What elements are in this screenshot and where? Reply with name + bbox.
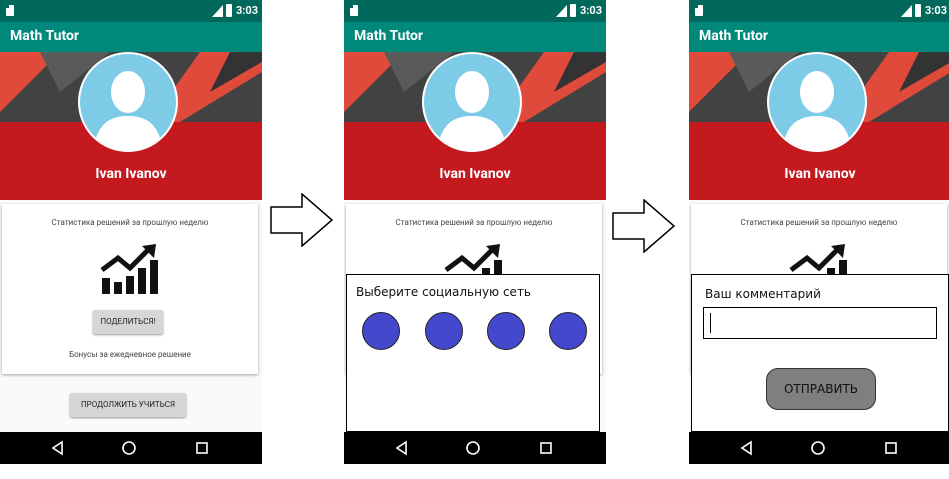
user-silhouette-icon (94, 71, 162, 150)
sim-card-icon (6, 5, 14, 16)
recents-icon[interactable] (538, 440, 554, 456)
sim-card-icon (350, 5, 358, 16)
profile-header: Ivan Ivanov (344, 52, 606, 200)
social-network-dialog: Выберите социальную сеть (346, 274, 600, 432)
status-bar: 3:03 (344, 0, 606, 22)
social-network-button-4[interactable] (549, 312, 587, 350)
navigation-bar (689, 432, 949, 464)
screen-comment-dialog: 3:03 Math Tutor Ivan Ivanov Статистика р… (689, 0, 949, 464)
signal-icon (556, 5, 567, 17)
battery-icon (226, 4, 232, 17)
status-bar: 3:03 (0, 0, 262, 22)
social-network-button-1[interactable] (362, 312, 400, 350)
social-network-button-2[interactable] (425, 312, 463, 350)
screen-main: 3:03 Math Tutor Ivan Ivanov Статистика р… (0, 0, 262, 464)
recents-icon[interactable] (194, 440, 210, 456)
app-toolbar: Math Tutor (344, 22, 606, 52)
stats-label: Статистика решений за прошлую неделю (740, 218, 898, 227)
back-icon[interactable] (50, 440, 66, 456)
status-time: 3:03 (236, 4, 259, 17)
app-toolbar: Math Tutor (0, 22, 262, 52)
back-icon[interactable] (394, 440, 410, 456)
avatar[interactable] (78, 52, 178, 152)
navigation-bar (344, 432, 606, 464)
battery-icon (915, 4, 921, 17)
recents-icon[interactable] (883, 440, 899, 456)
stats-label: Статистика решений за прошлую неделю (395, 218, 553, 227)
stats-card: Статистика решений за прошлую неделю ПОД… (2, 204, 258, 374)
signal-icon (212, 5, 223, 17)
bonus-label: Бонусы за ежедневное решение (69, 350, 191, 359)
share-button[interactable]: ПОДЕЛИТЬСЯ! (93, 310, 163, 334)
arrow-right-icon (270, 193, 334, 247)
home-icon[interactable] (121, 440, 137, 456)
home-icon[interactable] (465, 440, 481, 456)
dialog-title: Выберите социальную сеть (356, 285, 532, 299)
user-silhouette-icon (783, 71, 851, 150)
profile-header: Ivan Ivanov (0, 52, 262, 200)
app-title: Math Tutor (699, 28, 769, 44)
app-title: Math Tutor (10, 28, 80, 44)
arrow-right-icon (612, 199, 676, 253)
user-silhouette-icon (438, 71, 506, 150)
battery-icon (570, 4, 576, 17)
profile-header: Ivan Ivanov (689, 52, 949, 200)
profile-name: Ivan Ivanov (95, 166, 167, 182)
app-title: Math Tutor (354, 28, 424, 44)
social-network-button-3[interactable] (487, 312, 525, 350)
comment-input[interactable] (703, 307, 937, 339)
avatar (767, 52, 867, 152)
screen-share-dialog: 3:03 Math Tutor Ivan Ivanov Статистика р… (344, 0, 606, 464)
profile-name: Ivan Ivanov (784, 166, 856, 182)
continue-learning-button[interactable]: ПРОДОЛЖИТЬ УЧИТЬСЯ (70, 393, 186, 417)
stats-label: Статистика решений за прошлую неделю (51, 218, 209, 227)
status-bar: 3:03 (689, 0, 949, 22)
avatar (422, 52, 522, 152)
text-cursor (710, 313, 711, 333)
profile-name: Ivan Ivanov (439, 166, 511, 182)
dialog-title: Ваш комментарий (705, 287, 821, 301)
status-time: 3:03 (925, 4, 948, 17)
signal-icon (901, 5, 912, 17)
navigation-bar (0, 432, 262, 464)
sim-card-icon (695, 5, 703, 16)
back-icon[interactable] (739, 440, 755, 456)
comment-dialog: Ваш комментарий ОТПРАВИТЬ (691, 274, 949, 432)
send-button[interactable]: ОТПРАВИТЬ (766, 368, 876, 410)
status-time: 3:03 (580, 4, 603, 17)
app-toolbar: Math Tutor (689, 22, 949, 52)
growth-chart-icon (100, 244, 158, 294)
home-icon[interactable] (810, 440, 826, 456)
